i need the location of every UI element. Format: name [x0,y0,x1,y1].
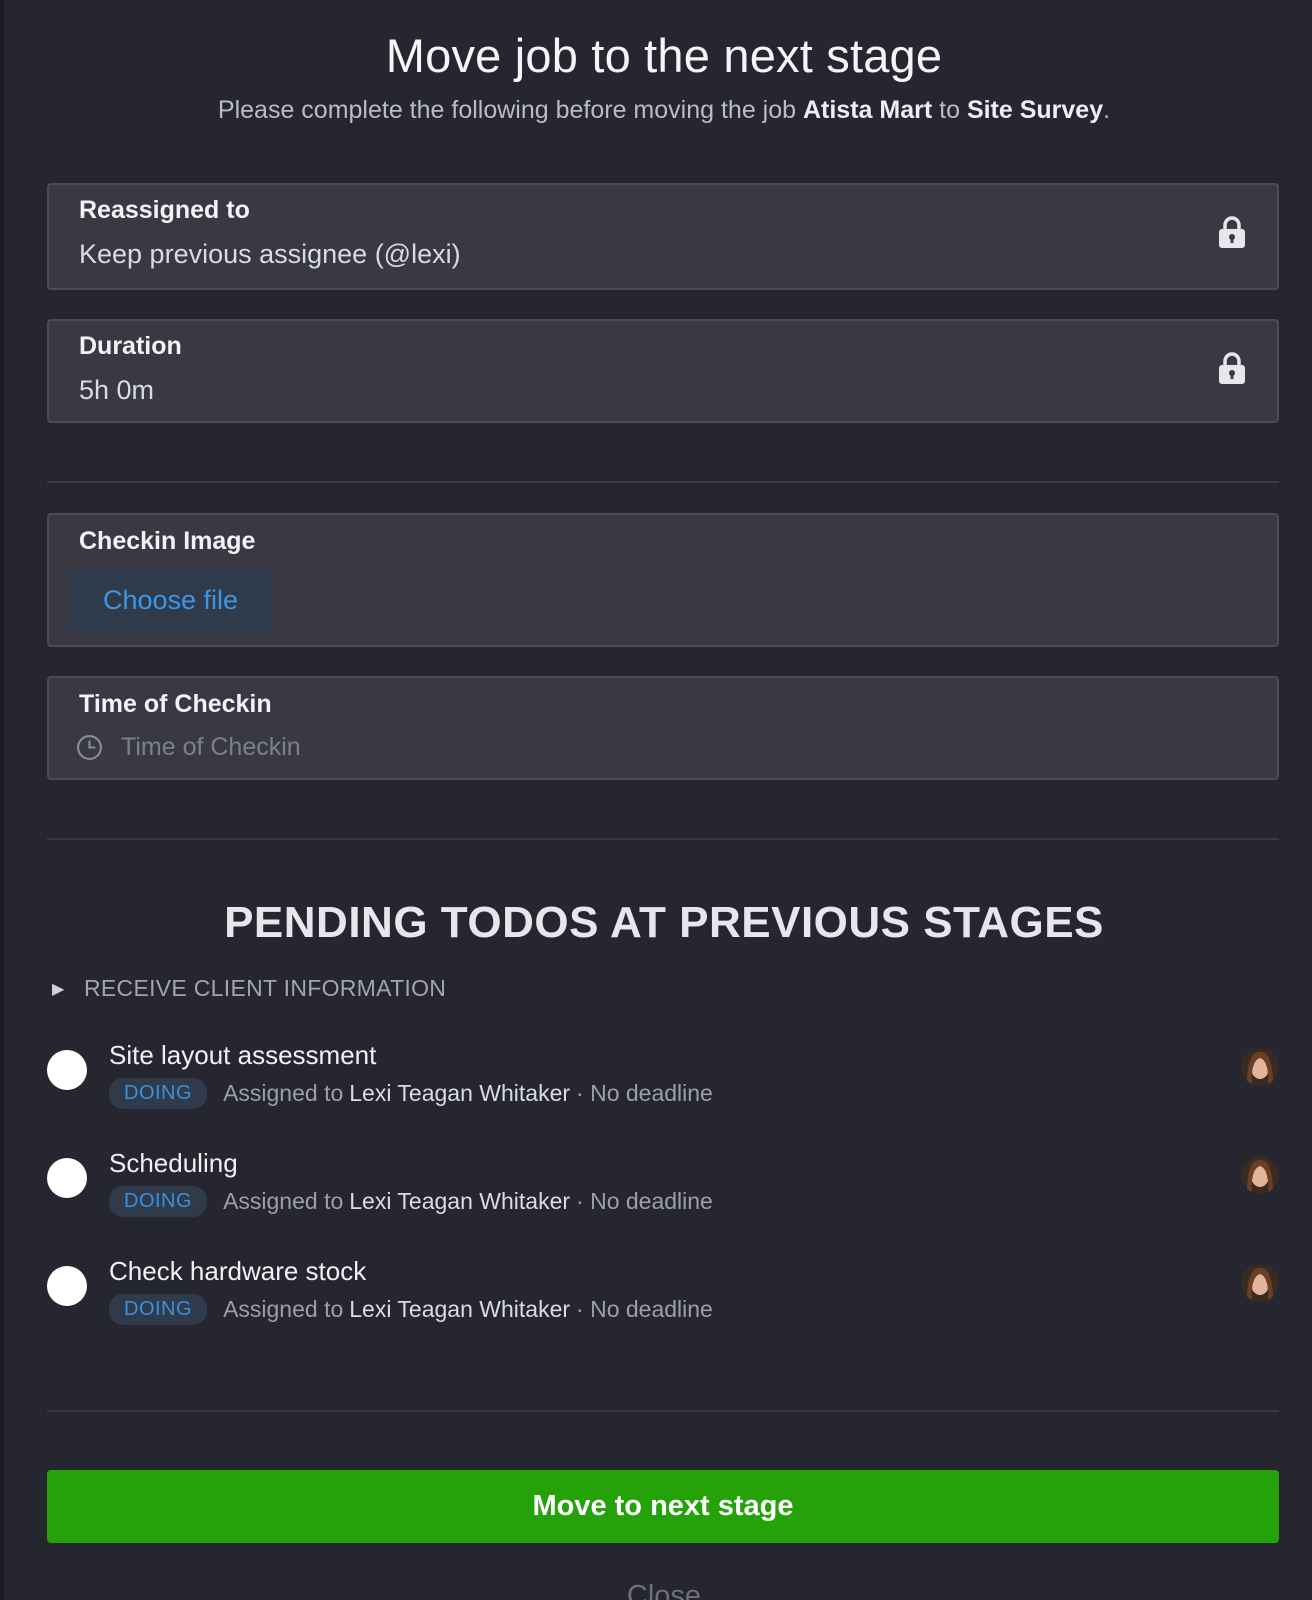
status-badge: DOING [109,1078,208,1109]
deadline-text: · No deadline [576,1188,713,1214]
avatar[interactable] [1241,1264,1279,1302]
subtitle-mid: to [939,96,960,124]
checkin-time-label: Time of Checkin [79,690,272,718]
assignee-name: Lexi Teagan Whitaker [349,1296,571,1322]
stage-name: Site Survey [966,96,1104,124]
clock-icon [77,734,102,760]
duration-value: 5h 0m [79,375,155,405]
todo-group-label: RECEIVE CLIENT INFORMATION [84,975,447,1001]
choose-file-button[interactable]: Choose file [69,569,272,632]
divider [47,1410,1279,1412]
todo-item: Check hardware stock DOING Assigned to L… [47,1256,1279,1346]
avatar[interactable] [1241,1156,1279,1194]
todo-meta: DOING Assigned to Lexi Teagan Whitaker ·… [109,1186,713,1217]
deadline-text: · No deadline [576,1296,713,1322]
reassigned-label: Reassigned to [79,196,250,224]
duration-label: Duration [79,332,182,360]
todo-title[interactable]: Site layout assessment [109,1040,376,1071]
deadline-text: · No deadline [576,1080,713,1106]
checkin-time-input[interactable]: Time of Checkin [76,732,301,762]
todo-checkbox[interactable] [47,1266,87,1306]
reassigned-value: Keep previous assignee (@lexi) [79,239,461,269]
status-badge: DOING [109,1294,208,1325]
checkin-image-field: Checkin Image Choose file [47,513,1279,647]
pending-todos-title: PENDING TODOS AT PREVIOUS STAGES [224,898,1104,947]
checkin-image-label: Checkin Image [79,527,256,555]
subtitle-end: . [1103,96,1111,124]
divider [47,481,1279,483]
assignee-name: Lexi Teagan Whitaker [349,1080,571,1106]
status-badge: DOING [109,1186,208,1217]
move-stage-modal: Move job to the next stage Please comple… [0,0,1312,1600]
close-button[interactable]: Close [4,1580,1312,1600]
todo-meta: DOING Assigned to Lexi Teagan Whitaker ·… [109,1294,713,1325]
todo-checkbox[interactable] [47,1158,87,1198]
reassigned-field: Reassigned to Keep previous assignee (@l… [47,183,1279,290]
expand-triangle-icon: ▶ [52,980,65,998]
checkin-time-placeholder: Time of Checkin [121,732,301,761]
todo-checkbox[interactable] [47,1050,87,1090]
todo-title[interactable]: Scheduling [109,1148,238,1179]
modal-subtitle: Please complete the following before mov… [4,96,1312,125]
job-name: Atista Mart [802,96,933,124]
subtitle-prefix: Please complete the following before mov… [217,96,797,124]
avatar[interactable] [1241,1048,1279,1086]
divider [47,838,1279,840]
assignee-name: Lexi Teagan Whitaker [349,1188,571,1214]
move-to-next-stage-button[interactable]: Move to next stage [47,1470,1279,1543]
todo-item: Scheduling DOING Assigned to Lexi Teagan… [47,1148,1279,1238]
lock-icon [1219,352,1245,384]
modal-title: Move job to the next stage [385,29,943,82]
todo-title[interactable]: Check hardware stock [109,1256,366,1287]
assigned-prefix: Assigned to [223,1188,344,1214]
duration-field: Duration 5h 0m [47,319,1279,423]
assigned-prefix: Assigned to [223,1296,344,1322]
lock-icon [1219,216,1245,248]
assigned-prefix: Assigned to [223,1080,344,1106]
todo-meta: DOING Assigned to Lexi Teagan Whitaker ·… [109,1078,713,1109]
todo-item: Site layout assessment DOING Assigned to… [47,1040,1279,1130]
todo-group-toggle[interactable]: ▶ RECEIVE CLIENT INFORMATION [52,975,446,1002]
checkin-time-field[interactable]: Time of Checkin Time of Checkin [47,676,1279,780]
